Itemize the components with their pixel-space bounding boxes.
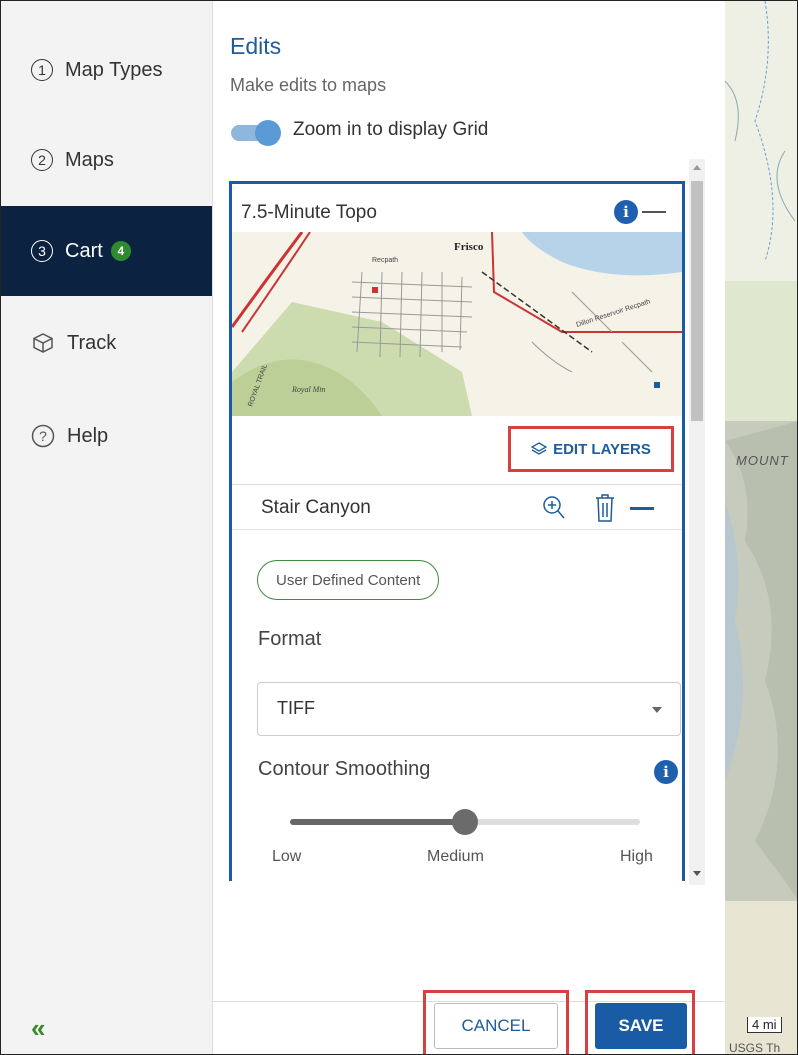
map-view[interactable] bbox=[725, 1, 797, 1054]
format-label: Format bbox=[258, 628, 322, 650]
step-number: 2 bbox=[31, 149, 53, 171]
contour-smoothing-label: Contour Smoothing bbox=[258, 758, 431, 780]
format-value: TIFF bbox=[277, 698, 315, 718]
smoothing-info-icon[interactable]: i bbox=[654, 760, 678, 784]
map-label-town: Frisco bbox=[454, 241, 484, 253]
info-icon[interactable]: i bbox=[614, 200, 638, 224]
user-defined-content-badge: User Defined Content bbox=[257, 560, 440, 600]
panel-footer: CANCEL SAVE bbox=[213, 990, 725, 1054]
svg-text:?: ? bbox=[39, 428, 47, 444]
toggle-label: Zoom in to display Grid bbox=[293, 119, 489, 140]
scrollbar-thumb[interactable] bbox=[691, 181, 703, 421]
sidebar-item-help[interactable]: ? Help bbox=[1, 391, 212, 481]
slider-label-low: Low bbox=[272, 848, 302, 865]
sidebar-item-label: Track bbox=[67, 331, 117, 354]
toggle-knob bbox=[255, 120, 281, 146]
sidebar-item-map-types[interactable]: 1 Map Types bbox=[1, 25, 212, 115]
collapse-section-icon[interactable] bbox=[630, 507, 654, 510]
collapse-sidebar-icon[interactable]: « bbox=[31, 1013, 45, 1044]
help-icon: ? bbox=[31, 424, 55, 448]
layers-icon bbox=[531, 441, 548, 457]
scroll-down-icon[interactable] bbox=[693, 871, 701, 876]
panel-subtitle: Make edits to maps bbox=[230, 75, 387, 95]
panel-title: Edits bbox=[230, 33, 282, 59]
sidebar-item-label: Maps bbox=[65, 148, 114, 171]
slider-handle[interactable] bbox=[452, 809, 478, 835]
slider-label-medium: Medium bbox=[427, 848, 484, 865]
section-header: Stair Canyon bbox=[232, 484, 682, 530]
step-number: 1 bbox=[31, 59, 53, 81]
save-button[interactable]: SAVE bbox=[595, 1003, 687, 1049]
cancel-button[interactable]: CANCEL bbox=[434, 1003, 558, 1049]
sidebar-item-maps[interactable]: 2 Maps bbox=[1, 115, 212, 205]
card-scroll-area[interactable]: 7.5-Minute Topo i Frisco Royal Mtn ROYAL… bbox=[213, 159, 713, 889]
sidebar: 1 Map Types 2 Maps 3 Cart 4 Track ? Help… bbox=[1, 1, 213, 1054]
sidebar-item-label: Map Types bbox=[65, 58, 163, 81]
trash-icon[interactable] bbox=[594, 494, 616, 527]
step-number: 3 bbox=[31, 240, 53, 262]
edits-panel: Edits Make edits to maps Zoom in to disp… bbox=[213, 1, 725, 1054]
map-label-mount: MOUNT bbox=[736, 453, 789, 468]
collapse-card-icon[interactable] bbox=[642, 211, 666, 213]
map-label-mtn: Royal Mtn bbox=[291, 385, 326, 394]
scale-bar: 4 mi bbox=[747, 1017, 782, 1033]
box-icon bbox=[31, 331, 55, 355]
map-attribution: USGS Th bbox=[729, 1041, 781, 1055]
map-card: 7.5-Minute Topo i Frisco Royal Mtn ROYAL… bbox=[229, 181, 685, 881]
map-label-recpath: Recpath bbox=[372, 257, 398, 264]
sidebar-item-label: Cart bbox=[65, 239, 103, 262]
edit-layers-label: EDIT LAYERS bbox=[553, 440, 651, 458]
smoothing-slider[interactable] bbox=[290, 809, 640, 835]
app-frame: 1 Map Types 2 Maps 3 Cart 4 Track ? Help… bbox=[0, 0, 798, 1055]
sidebar-item-track[interactable]: Track bbox=[1, 298, 212, 388]
grid-toggle[interactable] bbox=[231, 119, 281, 146]
card-title: 7.5-Minute Topo bbox=[241, 202, 377, 223]
cart-count-badge: 4 bbox=[110, 241, 131, 261]
sidebar-item-label: Help bbox=[67, 424, 109, 447]
scroll-up-icon[interactable] bbox=[693, 165, 701, 170]
save-highlight: SAVE bbox=[585, 990, 695, 1054]
edit-layers-button[interactable]: EDIT LAYERS bbox=[508, 426, 674, 472]
format-select[interactable]: TIFF bbox=[257, 682, 681, 736]
map-thumbnail: Frisco Royal Mtn ROYAL TRAIL Recpath Dil… bbox=[232, 232, 682, 416]
section-name: Stair Canyon bbox=[261, 497, 371, 518]
card-scrollbar[interactable] bbox=[689, 159, 705, 885]
zoom-in-icon[interactable] bbox=[542, 495, 566, 526]
chevron-down-icon bbox=[652, 707, 662, 713]
slider-label-high: High bbox=[620, 848, 653, 865]
cancel-highlight: CANCEL bbox=[423, 990, 569, 1054]
slider-fill bbox=[290, 819, 465, 825]
sidebar-item-cart[interactable]: 3 Cart 4 bbox=[1, 206, 212, 296]
